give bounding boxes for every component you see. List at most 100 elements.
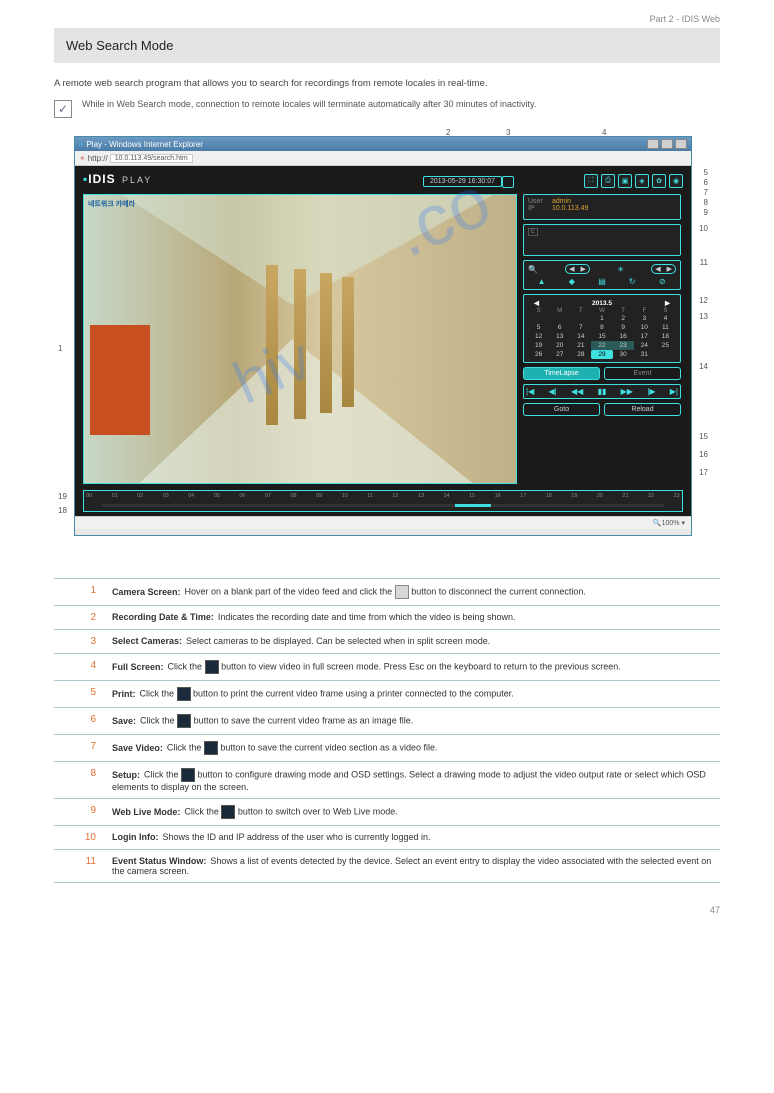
interpolation-icon[interactable]: ↻: [627, 277, 638, 286]
window-maximize-button[interactable]: [661, 139, 673, 149]
description-table: 1Camera Screen:Hover on a blank part of …: [54, 578, 720, 883]
print-button[interactable]: ⎙: [601, 174, 615, 188]
cal-day[interactable]: 19: [528, 341, 549, 350]
cal-day[interactable]: 5: [528, 323, 549, 332]
step-back-button[interactable]: ◀|: [549, 387, 557, 396]
zoom-percent: 100%: [662, 520, 680, 527]
cal-day[interactable]: 16: [613, 332, 634, 341]
reload-button[interactable]: Reload: [604, 403, 681, 416]
row-label: Full Screen:: [112, 662, 168, 672]
cal-day[interactable]: 23: [613, 341, 634, 350]
play-pause-button[interactable]: ▮▮: [598, 387, 607, 396]
cal-day[interactable]: 21: [570, 341, 591, 350]
web-live-mode-button[interactable]: ◉: [669, 174, 683, 188]
camera-title: 네트워크 카메라: [88, 199, 135, 209]
cal-day[interactable]: 25: [655, 341, 676, 350]
camera-screen[interactable]: 네트워크 카메라: [83, 194, 517, 484]
cal-day[interactable]: 6: [549, 323, 570, 332]
fullscreen-button[interactable]: ⛶: [584, 174, 598, 188]
save-image-button[interactable]: ▣: [618, 174, 632, 188]
revert-icon[interactable]: ⊘: [657, 277, 668, 286]
brightness-icon: ☀: [617, 265, 624, 274]
cal-day[interactable]: 26: [528, 350, 549, 359]
save-video-button[interactable]: ◈: [635, 174, 649, 188]
recording-datetime: 2013-05-29 16:30:07: [423, 176, 502, 187]
cal-day[interactable]: 2: [613, 314, 634, 323]
cal-day[interactable]: 13: [549, 332, 570, 341]
cal-day[interactable]: 22: [591, 341, 612, 350]
row-content: Full Screen:Click the button to view vid…: [106, 654, 720, 681]
setup-button[interactable]: ✿: [652, 174, 666, 188]
page-icon: ✶: [79, 154, 86, 163]
url-field[interactable]: 10.0.113.49/search.htm: [110, 154, 193, 163]
cal-day[interactable]: 3: [634, 314, 655, 323]
row-label: Camera Screen:: [112, 587, 185, 597]
favicon-icon: e: [79, 140, 83, 149]
cal-day[interactable]: 20: [549, 341, 570, 350]
goto-last-button[interactable]: ▶|: [670, 387, 678, 396]
forward-button[interactable]: ▶▶: [621, 387, 633, 396]
row-label: Save Video:: [112, 743, 167, 753]
page-number: 47: [54, 905, 720, 915]
section-title: Web Search Mode: [54, 28, 720, 63]
cal-prev-button[interactable]: ◀: [534, 299, 539, 307]
cal-day[interactable]: 14: [570, 332, 591, 341]
step-forward-button[interactable]: |▶: [647, 387, 655, 396]
zoom-brightness-panel: 🔍 ◀▶ ☀ ◀▶ ▲ ◆ ▤ ↻ ⊘: [523, 260, 681, 290]
row-label: Recording Date & Time:: [112, 612, 218, 622]
window-close-button[interactable]: [675, 139, 687, 149]
cal-day[interactable]: 29: [591, 350, 612, 359]
page-header-suffix: Part 2 - IDIS Web: [54, 14, 720, 24]
table-row: 10Login Info:Shows the ID and IP address…: [54, 826, 720, 850]
cal-day[interactable]: 1: [591, 314, 612, 323]
cal-day[interactable]: 15: [591, 332, 612, 341]
cal-title: 2013.5: [592, 300, 612, 307]
row-content: Web Live Mode:Click the button to switch…: [106, 799, 720, 826]
blur-icon[interactable]: ◆: [566, 277, 577, 286]
intro-text: A remote web search program that allows …: [54, 77, 720, 90]
cal-day[interactable]: 28: [570, 350, 591, 359]
timelapse-mode-button[interactable]: TimeLapse: [523, 367, 600, 380]
inline-ui-icon: [181, 768, 195, 782]
select-cameras-button[interactable]: [502, 176, 514, 188]
cal-day[interactable]: 27: [549, 350, 570, 359]
row-content: Print:Click the button to print the curr…: [106, 681, 720, 708]
cal-day[interactable]: 30: [613, 350, 634, 359]
event-mode-button[interactable]: Event: [604, 367, 681, 380]
sharpen-icon[interactable]: ▲: [536, 277, 547, 286]
cal-day[interactable]: 8: [591, 323, 612, 332]
cal-next-button[interactable]: ▶: [665, 299, 670, 307]
equalize-icon[interactable]: ▤: [596, 277, 607, 286]
cal-day[interactable]: 17: [634, 332, 655, 341]
cal-day[interactable]: 12: [528, 332, 549, 341]
goto-button[interactable]: Goto: [523, 403, 600, 416]
address-bar: ✶ http:// 10.0.113.49/search.htm: [75, 151, 691, 166]
rewind-button[interactable]: ◀◀: [571, 387, 583, 396]
brightness-control[interactable]: ◀▶: [651, 264, 676, 274]
cal-day[interactable]: 24: [634, 341, 655, 350]
app-window: e Play - Windows Internet Explorer ✶ htt…: [74, 136, 692, 536]
url-protocol: http://: [88, 154, 108, 163]
window-title: Play - Windows Internet Explorer: [86, 140, 203, 149]
cal-day[interactable]: 11: [655, 323, 676, 332]
goto-first-button[interactable]: |◀: [526, 387, 534, 396]
table-row: 6Save:Click the button to save the curre…: [54, 708, 720, 735]
cal-day[interactable]: 31: [634, 350, 655, 359]
timetable[interactable]: 0001020304050607080910111213141516171819…: [83, 490, 683, 512]
table-row: 1Camera Screen:Hover on a blank part of …: [54, 579, 720, 606]
window-minimize-button[interactable]: [647, 139, 659, 149]
cal-day[interactable]: 7: [570, 323, 591, 332]
inline-ui-icon: [205, 660, 219, 674]
row-content: Select Cameras:Select cameras to be disp…: [106, 630, 720, 654]
zoom-control[interactable]: ◀▶: [565, 264, 590, 274]
cal-day[interactable]: 4: [655, 314, 676, 323]
row-number: 11: [54, 850, 106, 883]
checkmark-icon: ✓: [58, 102, 68, 116]
cal-day[interactable]: 9: [613, 323, 634, 332]
cal-day[interactable]: 10: [634, 323, 655, 332]
inline-ui-icon: [221, 805, 235, 819]
table-row: 8Setup:Click the button to configure dra…: [54, 762, 720, 799]
app-screenshot: 1 2 3 4 5 6 7 8 9 10 11 12 13 14 15 16 1…: [74, 136, 690, 554]
row-number: 6: [54, 708, 106, 735]
cal-day[interactable]: 18: [655, 332, 676, 341]
